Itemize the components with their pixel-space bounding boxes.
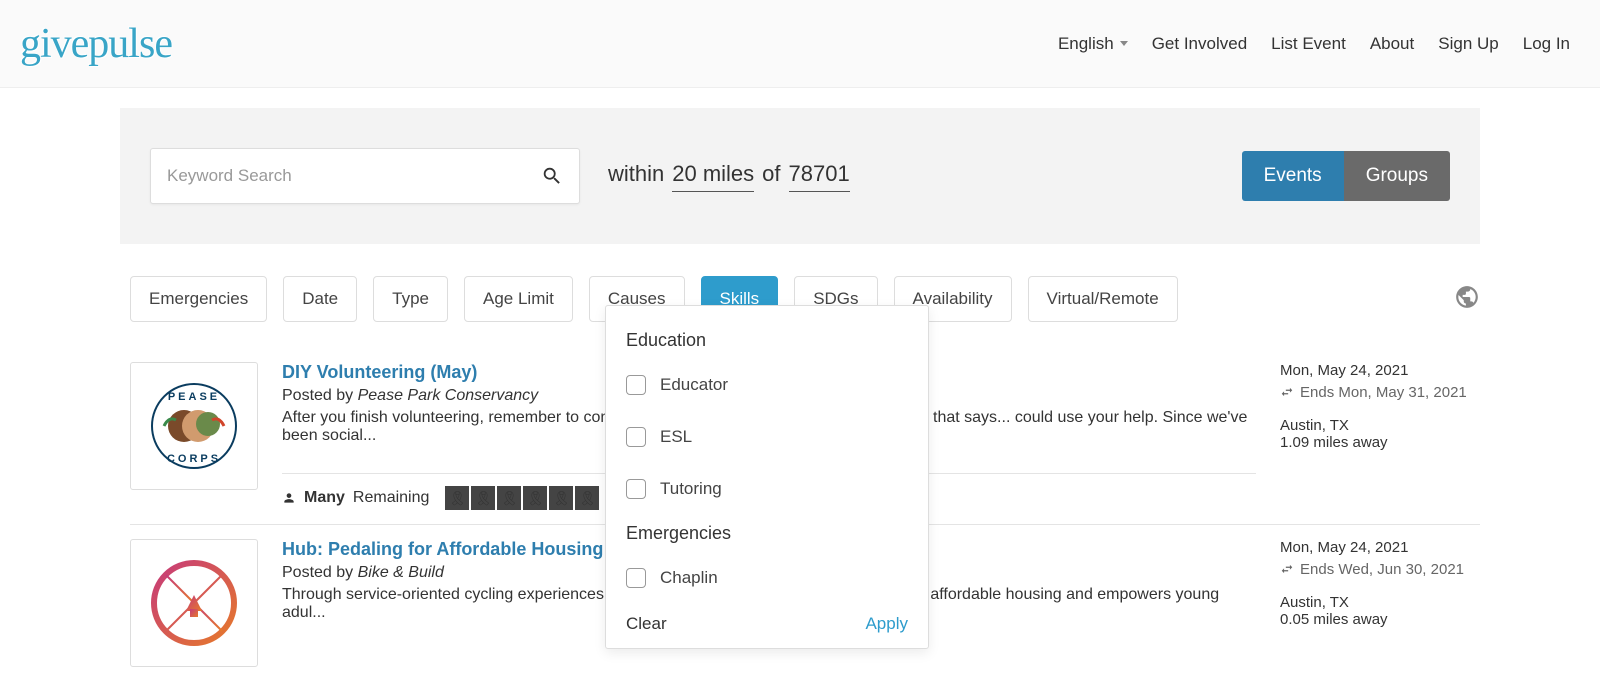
svg-text:CORPS: CORPS bbox=[167, 453, 221, 465]
checkbox-icon[interactable] bbox=[626, 427, 646, 447]
posted-label: Posted by bbox=[282, 387, 358, 404]
search-location-text: within 20 miles of 78701 bbox=[608, 161, 850, 192]
language-select[interactable]: English bbox=[1058, 34, 1128, 54]
listing-date: Mon, May 24, 2021 bbox=[1280, 539, 1480, 556]
listing-city: Austin, TX bbox=[1280, 417, 1480, 434]
view-toggle: Events Groups bbox=[1242, 151, 1450, 201]
ribbon-icon: 🎗 bbox=[549, 486, 573, 510]
ribbon-icon: 🎗 bbox=[497, 486, 521, 510]
listing-side: Mon, May 24, 2021 Ends Mon, May 31, 2021… bbox=[1280, 362, 1480, 510]
header: givepulse English Get Involved List Even… bbox=[0, 0, 1600, 88]
filter-emergencies[interactable]: Emergencies bbox=[130, 276, 267, 322]
dd-option-label: Chaplin bbox=[660, 568, 718, 588]
nav-sign-up[interactable]: Sign Up bbox=[1438, 34, 1498, 54]
dd-option-educator[interactable]: Educator bbox=[626, 365, 908, 417]
filter-age-limit[interactable]: Age Limit bbox=[464, 276, 573, 322]
poster-name[interactable]: Bike & Build bbox=[358, 564, 444, 581]
nav-get-involved[interactable]: Get Involved bbox=[1152, 34, 1247, 54]
listing-ends: Ends Wed, Jun 30, 2021 bbox=[1280, 560, 1480, 580]
ribbon-icon: 🎗 bbox=[523, 486, 547, 510]
nav-about[interactable]: About bbox=[1370, 34, 1414, 54]
dd-clear-button[interactable]: Clear bbox=[626, 614, 667, 634]
listing-distance: 1.09 miles away bbox=[1280, 434, 1480, 451]
dd-option-label: Tutoring bbox=[660, 479, 722, 499]
search-box[interactable] bbox=[150, 148, 580, 204]
search-input[interactable] bbox=[167, 166, 541, 186]
pease-corps-icon: PEASE CORPS bbox=[144, 376, 244, 476]
checkbox-icon[interactable] bbox=[626, 375, 646, 395]
logo[interactable]: givepulse bbox=[20, 20, 172, 68]
search-area: within 20 miles of 78701 Events Groups bbox=[120, 108, 1480, 244]
many-label: Many bbox=[304, 489, 345, 507]
zip-value[interactable]: 78701 bbox=[789, 161, 850, 192]
listing-city: Austin, TX bbox=[1280, 594, 1480, 611]
listing-thumbnail[interactable] bbox=[130, 539, 258, 667]
dd-footer: Clear Apply bbox=[626, 610, 908, 634]
listing-thumbnail[interactable]: PEASE CORPS bbox=[130, 362, 258, 490]
listing-distance: 0.05 miles away bbox=[1280, 611, 1480, 628]
svg-text:PEASE: PEASE bbox=[168, 391, 220, 403]
toggle-events[interactable]: Events bbox=[1242, 151, 1344, 201]
nav-list-event[interactable]: List Event bbox=[1271, 34, 1346, 54]
cause-ribbons: 🎗 🎗 🎗 🎗 🎗 🎗 +3 bbox=[445, 486, 622, 510]
search-icon[interactable] bbox=[541, 165, 563, 187]
swap-icon bbox=[1280, 385, 1294, 399]
dd-option-label: Educator bbox=[660, 375, 728, 395]
listing-ends: Ends Mon, May 31, 2021 bbox=[1280, 383, 1480, 403]
filter-type[interactable]: Type bbox=[373, 276, 448, 322]
of-label: of bbox=[762, 161, 780, 187]
swap-icon bbox=[1280, 562, 1294, 576]
dd-option-label: ESL bbox=[660, 427, 692, 447]
dd-section-education: Education bbox=[626, 330, 908, 351]
ribbon-icon: 🎗 bbox=[445, 486, 469, 510]
ribbon-icon: 🎗 bbox=[575, 486, 599, 510]
listing-date: Mon, May 24, 2021 bbox=[1280, 362, 1480, 379]
ends-text: Ends Mon, May 31, 2021 bbox=[1300, 383, 1467, 403]
listing-side: Mon, May 24, 2021 Ends Wed, Jun 30, 2021… bbox=[1280, 539, 1480, 667]
posted-label: Posted by bbox=[282, 564, 358, 581]
dd-option-chaplin[interactable]: Chaplin bbox=[626, 558, 908, 610]
skills-dropdown: Education Educator ESL Tutoring Emergenc… bbox=[605, 305, 929, 649]
within-label: within bbox=[608, 161, 664, 187]
bike-wheel-icon bbox=[144, 553, 244, 653]
person-icon bbox=[282, 491, 296, 505]
nav-log-in[interactable]: Log In bbox=[1523, 34, 1570, 54]
ends-text: Ends Wed, Jun 30, 2021 bbox=[1300, 560, 1464, 580]
remaining-label: Remaining bbox=[353, 489, 429, 507]
distance-value[interactable]: 20 miles bbox=[672, 161, 754, 192]
globe-icon bbox=[1454, 284, 1480, 310]
toggle-groups[interactable]: Groups bbox=[1344, 151, 1450, 201]
filter-virtual[interactable]: Virtual/Remote bbox=[1028, 276, 1178, 322]
checkbox-icon[interactable] bbox=[626, 479, 646, 499]
dd-option-esl[interactable]: ESL bbox=[626, 417, 908, 469]
top-nav: English Get Involved List Event About Si… bbox=[1058, 34, 1570, 54]
filter-date[interactable]: Date bbox=[283, 276, 357, 322]
dd-option-tutoring[interactable]: Tutoring bbox=[626, 469, 908, 521]
map-toggle[interactable] bbox=[1454, 284, 1480, 315]
poster-name[interactable]: Pease Park Conservancy bbox=[358, 387, 539, 404]
caret-down-icon bbox=[1120, 41, 1128, 46]
dd-section-emergencies: Emergencies bbox=[626, 523, 908, 544]
dd-apply-button[interactable]: Apply bbox=[865, 614, 908, 634]
checkbox-icon[interactable] bbox=[626, 568, 646, 588]
ribbon-icon: 🎗 bbox=[471, 486, 495, 510]
language-label: English bbox=[1058, 34, 1114, 54]
